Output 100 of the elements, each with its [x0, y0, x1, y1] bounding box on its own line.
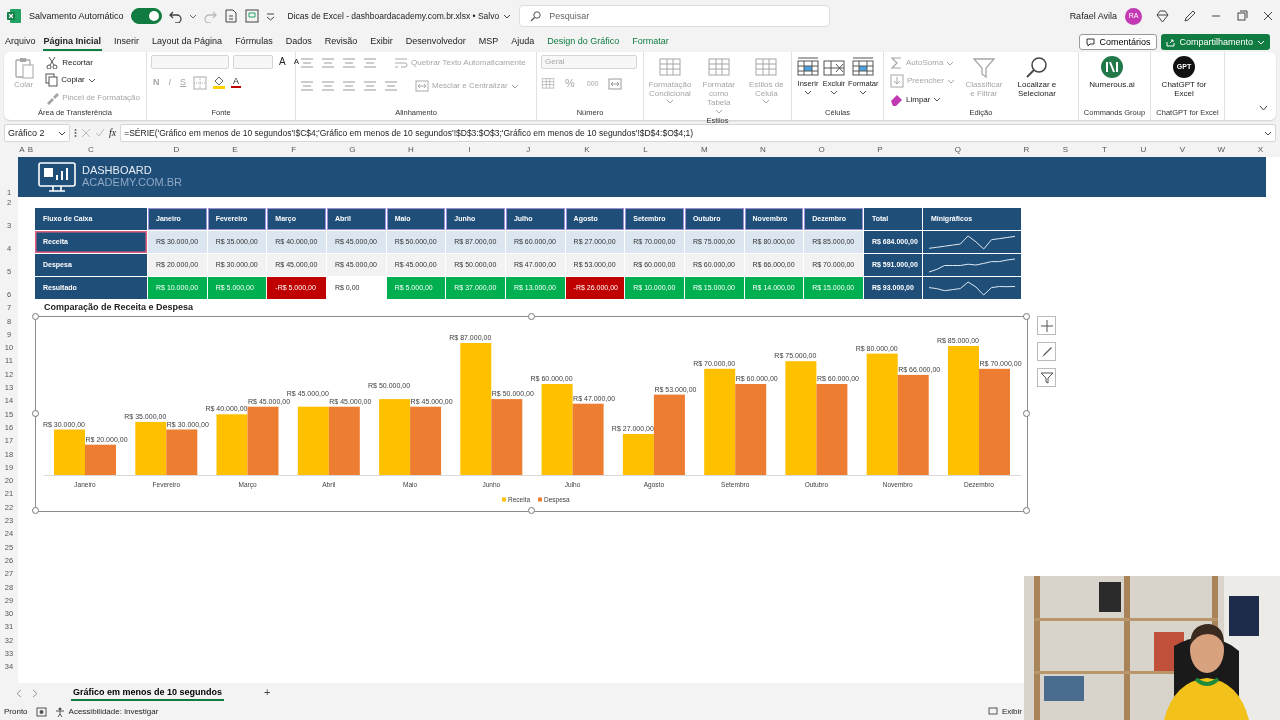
column-letter[interactable]: Q — [908, 145, 1007, 157]
align-icon[interactable] — [342, 56, 356, 70]
file-title[interactable]: Dicas de Excel - dashboardacademy.com.br.xlsx • Salvo — [287, 10, 512, 22]
copy-button[interactable]: Copiar — [43, 72, 142, 88]
bar[interactable] — [491, 399, 523, 475]
share-button[interactable]: Compartilhamento — [1161, 34, 1270, 50]
column-letter[interactable]: N — [733, 145, 793, 157]
bar[interactable] — [379, 399, 411, 475]
font-color-button[interactable]: A — [231, 77, 242, 88]
bar[interactable] — [166, 429, 198, 475]
cancel-icon[interactable] — [81, 128, 91, 138]
add-sheet-button[interactable]: + — [258, 685, 277, 701]
menu-tab[interactable]: Ajuda — [510, 33, 536, 51]
grid-icon[interactable] — [244, 9, 259, 23]
autosave-toggle[interactable] — [130, 8, 162, 24]
resize-handle[interactable] — [1023, 313, 1030, 320]
close-icon[interactable] — [1262, 10, 1274, 22]
collapse-icon[interactable] — [1259, 105, 1268, 112]
menu-tab[interactable]: Arquivo — [4, 33, 37, 51]
column-letter[interactable]: O — [792, 145, 851, 157]
column-letter[interactable]: A — [18, 145, 26, 157]
column-letter[interactable]: T — [1084, 145, 1124, 157]
bar[interactable] — [785, 361, 817, 475]
column-letter[interactable]: M — [674, 145, 734, 157]
bar[interactable] — [897, 374, 929, 475]
column-letter[interactable]: D — [147, 145, 206, 157]
bar[interactable] — [866, 353, 898, 475]
resize-handle[interactable] — [1023, 507, 1030, 514]
menu-tab[interactable]: Desenvolvedor — [404, 33, 467, 51]
column-letter[interactable]: E — [205, 145, 265, 157]
menu-tab[interactable]: Exibir — [369, 33, 394, 51]
align-icon[interactable] — [321, 79, 335, 93]
column-letter[interactable]: J — [498, 145, 558, 157]
column-letter[interactable]: I — [440, 145, 499, 157]
resize-handle[interactable] — [527, 313, 535, 320]
bar[interactable] — [572, 403, 604, 475]
align-icon[interactable] — [321, 56, 335, 70]
bar[interactable] — [297, 406, 329, 475]
restore-icon[interactable] — [1236, 10, 1248, 22]
customize-icon[interactable] — [265, 11, 275, 21]
plus-button[interactable] — [1037, 316, 1056, 335]
bar[interactable] — [410, 406, 442, 475]
column-letter[interactable]: L — [616, 145, 675, 157]
column-letter[interactable]: X — [1240, 145, 1280, 157]
align-icon[interactable] — [363, 79, 377, 93]
menu-tab[interactable]: Dados — [284, 33, 313, 51]
insert-function-button[interactable]: fx — [109, 127, 117, 139]
column-letter[interactable]: R — [1006, 145, 1046, 157]
menu-tab[interactable]: Inserir — [113, 33, 141, 51]
align-icon[interactable] — [300, 56, 314, 70]
column-letter[interactable]: K — [557, 145, 617, 157]
bar[interactable] — [653, 394, 685, 475]
column-letter[interactable]: C — [35, 145, 147, 157]
pen-icon[interactable] — [1183, 9, 1196, 23]
bar[interactable] — [816, 384, 848, 475]
document-icon[interactable] — [223, 9, 238, 23]
search-field[interactable]: Pesquisar — [519, 5, 831, 27]
contextual-tab[interactable]: Formatar — [631, 33, 670, 51]
resize-handle[interactable] — [1023, 410, 1030, 417]
align-icon[interactable] — [300, 79, 314, 93]
column-letter[interactable]: B — [26, 145, 35, 157]
add-in-button[interactable]: Numerous.ai — [1083, 55, 1141, 91]
sheet-tab[interactable]: Gráfico em menos de 10 segundos — [71, 685, 225, 701]
brush-button[interactable] — [1037, 342, 1056, 361]
fill-color-icon[interactable] — [212, 75, 227, 90]
chart-frame[interactable] — [35, 316, 1028, 512]
bar[interactable] — [328, 406, 360, 475]
clear-button[interactable]: Limpar — [888, 91, 957, 108]
cut-button[interactable]: Recortar — [43, 55, 142, 70]
grow-font-button[interactable]: A — [277, 56, 288, 68]
align-icon[interactable] — [342, 79, 356, 93]
column-letter[interactable]: W — [1201, 145, 1241, 157]
more-icon[interactable] — [74, 128, 77, 138]
align-icon[interactable] — [363, 56, 377, 70]
bar[interactable] — [135, 421, 167, 475]
confirm-icon[interactable] — [95, 128, 105, 138]
menu-tab[interactable]: Fórmulas — [234, 33, 274, 51]
spreadsheet-app-icon[interactable] — [6, 8, 22, 24]
formula-field[interactable]: =SÉRIE('Gráfico em menos de 10 segundos'!$C$4;'Gráfico em menos de 10 segundos'!$D$3:$O$3;'Gráfico em menos de 10 segundos'!$D$4:$O$4;1) — [120, 124, 1276, 142]
column-letter[interactable]: F — [264, 145, 323, 157]
column-letter[interactable]: U — [1123, 145, 1163, 157]
menu-tab[interactable]: Layout da Página — [151, 33, 224, 51]
comments-button[interactable]: Comentários — [1079, 34, 1158, 50]
bar[interactable] — [216, 414, 248, 475]
menu-tab[interactable]: Revisão — [323, 33, 359, 51]
bar[interactable] — [247, 406, 279, 475]
name-box[interactable]: Gráfico 2 — [4, 124, 70, 142]
shrink-font-button[interactable]: A — [291, 57, 301, 67]
resize-handle[interactable] — [32, 507, 39, 514]
chevron-right-icon[interactable] — [31, 688, 38, 698]
column-letter[interactable]: P — [850, 145, 909, 157]
resize-handle[interactable] — [32, 410, 39, 417]
resize-handle[interactable] — [527, 507, 535, 514]
find-select-button[interactable]: Localizar e Selecionar — [1010, 55, 1063, 100]
align-icon[interactable] — [384, 79, 398, 93]
macro-icon[interactable] — [35, 706, 47, 717]
chevron-left-icon[interactable] — [16, 688, 23, 698]
menu-tab[interactable]: MSP — [477, 33, 500, 51]
diamond-icon[interactable] — [1156, 9, 1169, 23]
bar[interactable] — [85, 444, 116, 475]
